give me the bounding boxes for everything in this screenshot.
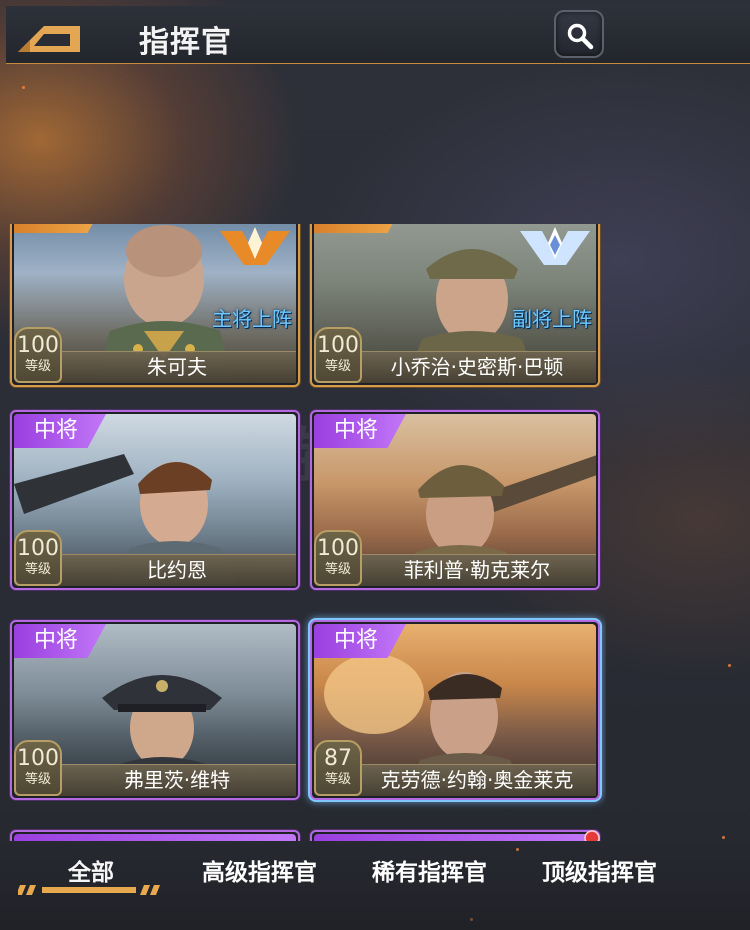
sub-deploy-label: 副将上阵 bbox=[512, 307, 592, 331]
level-label: 等级 bbox=[324, 562, 351, 577]
commander-card[interactable] bbox=[310, 830, 600, 841]
commander-name: 比约恩 bbox=[58, 554, 296, 586]
level-value: 100 bbox=[17, 333, 59, 358]
level-value: 100 bbox=[17, 746, 59, 771]
back-arrow-icon bbox=[18, 26, 80, 52]
rank-emblem-icon bbox=[520, 227, 590, 265]
rank-emblem-icon bbox=[220, 227, 290, 265]
top-bar: 指挥官 bbox=[6, 6, 750, 64]
commander-list[interactable]: 大将 主将上阵 朱可夫 100 等级 上将 副将上阵 小乔治·史密斯· bbox=[6, 224, 606, 841]
commander-card[interactable]: 中将 菲利普·勒克莱尔 100 等级 bbox=[310, 410, 600, 590]
level-badge: 100 等级 bbox=[314, 327, 362, 383]
level-badge: 100 等级 bbox=[14, 327, 62, 383]
tab-advanced[interactable]: 高级指挥官 bbox=[202, 853, 317, 887]
commander-portrait bbox=[314, 834, 596, 841]
level-label: 等级 bbox=[324, 359, 351, 374]
active-tab-indicator bbox=[18, 885, 160, 895]
page-title: 指挥官 bbox=[139, 25, 232, 60]
commander-name: 弗里茨·维特 bbox=[58, 764, 296, 796]
tab-all[interactable]: 全部 bbox=[68, 853, 114, 887]
level-badge: 100 等级 bbox=[14, 530, 62, 586]
level-value: 87 bbox=[324, 746, 352, 771]
commander-card[interactable]: 上将 副将上阵 小乔治·史密斯·巴顿 100 等级 bbox=[310, 224, 600, 387]
back-button[interactable] bbox=[16, 20, 82, 54]
commander-name: 小乔治·史密斯·巴顿 bbox=[358, 351, 596, 383]
commander-name: 克劳德·约翰·奥金莱克 bbox=[358, 764, 596, 796]
level-value: 100 bbox=[17, 536, 59, 561]
main-deploy-label: 主将上阵 bbox=[212, 307, 292, 331]
ember-particle bbox=[728, 664, 731, 667]
level-value: 100 bbox=[317, 536, 359, 561]
commander-name: 菲利普·勒克莱尔 bbox=[358, 554, 596, 586]
commander-name: 朱可夫 bbox=[58, 351, 296, 383]
tab-top[interactable]: 顶级指挥官 bbox=[542, 853, 657, 887]
ember-particle bbox=[22, 86, 25, 89]
commander-portrait bbox=[14, 834, 296, 841]
notification-dot-icon bbox=[584, 830, 600, 841]
commander-card[interactable]: 大将 主将上阵 朱可夫 100 等级 bbox=[10, 224, 300, 387]
level-badge: 87 等级 bbox=[314, 740, 362, 796]
level-value: 100 bbox=[317, 333, 359, 358]
tab-rare[interactable]: 稀有指挥官 bbox=[372, 853, 487, 887]
level-label: 等级 bbox=[24, 772, 51, 787]
level-badge: 100 等级 bbox=[314, 530, 362, 586]
commander-card[interactable] bbox=[10, 830, 300, 841]
commander-card-selected[interactable]: 中将 克劳德·约翰·奥金莱克 87 等级 bbox=[310, 620, 600, 800]
ember-particle bbox=[722, 836, 725, 839]
level-label: 等级 bbox=[24, 359, 51, 374]
commander-card[interactable]: 中将 比约恩 100 等级 bbox=[10, 410, 300, 590]
search-icon bbox=[567, 23, 594, 50]
filter-tab-bar: 全部 高级指挥官 稀有指挥官 顶级指挥官 bbox=[0, 841, 750, 930]
level-label: 等级 bbox=[324, 772, 351, 787]
level-label: 等级 bbox=[24, 562, 51, 577]
commander-card[interactable]: 中将 弗里茨·维特 100 等级 bbox=[10, 620, 300, 800]
level-badge: 100 等级 bbox=[14, 740, 62, 796]
search-button[interactable] bbox=[554, 10, 604, 58]
